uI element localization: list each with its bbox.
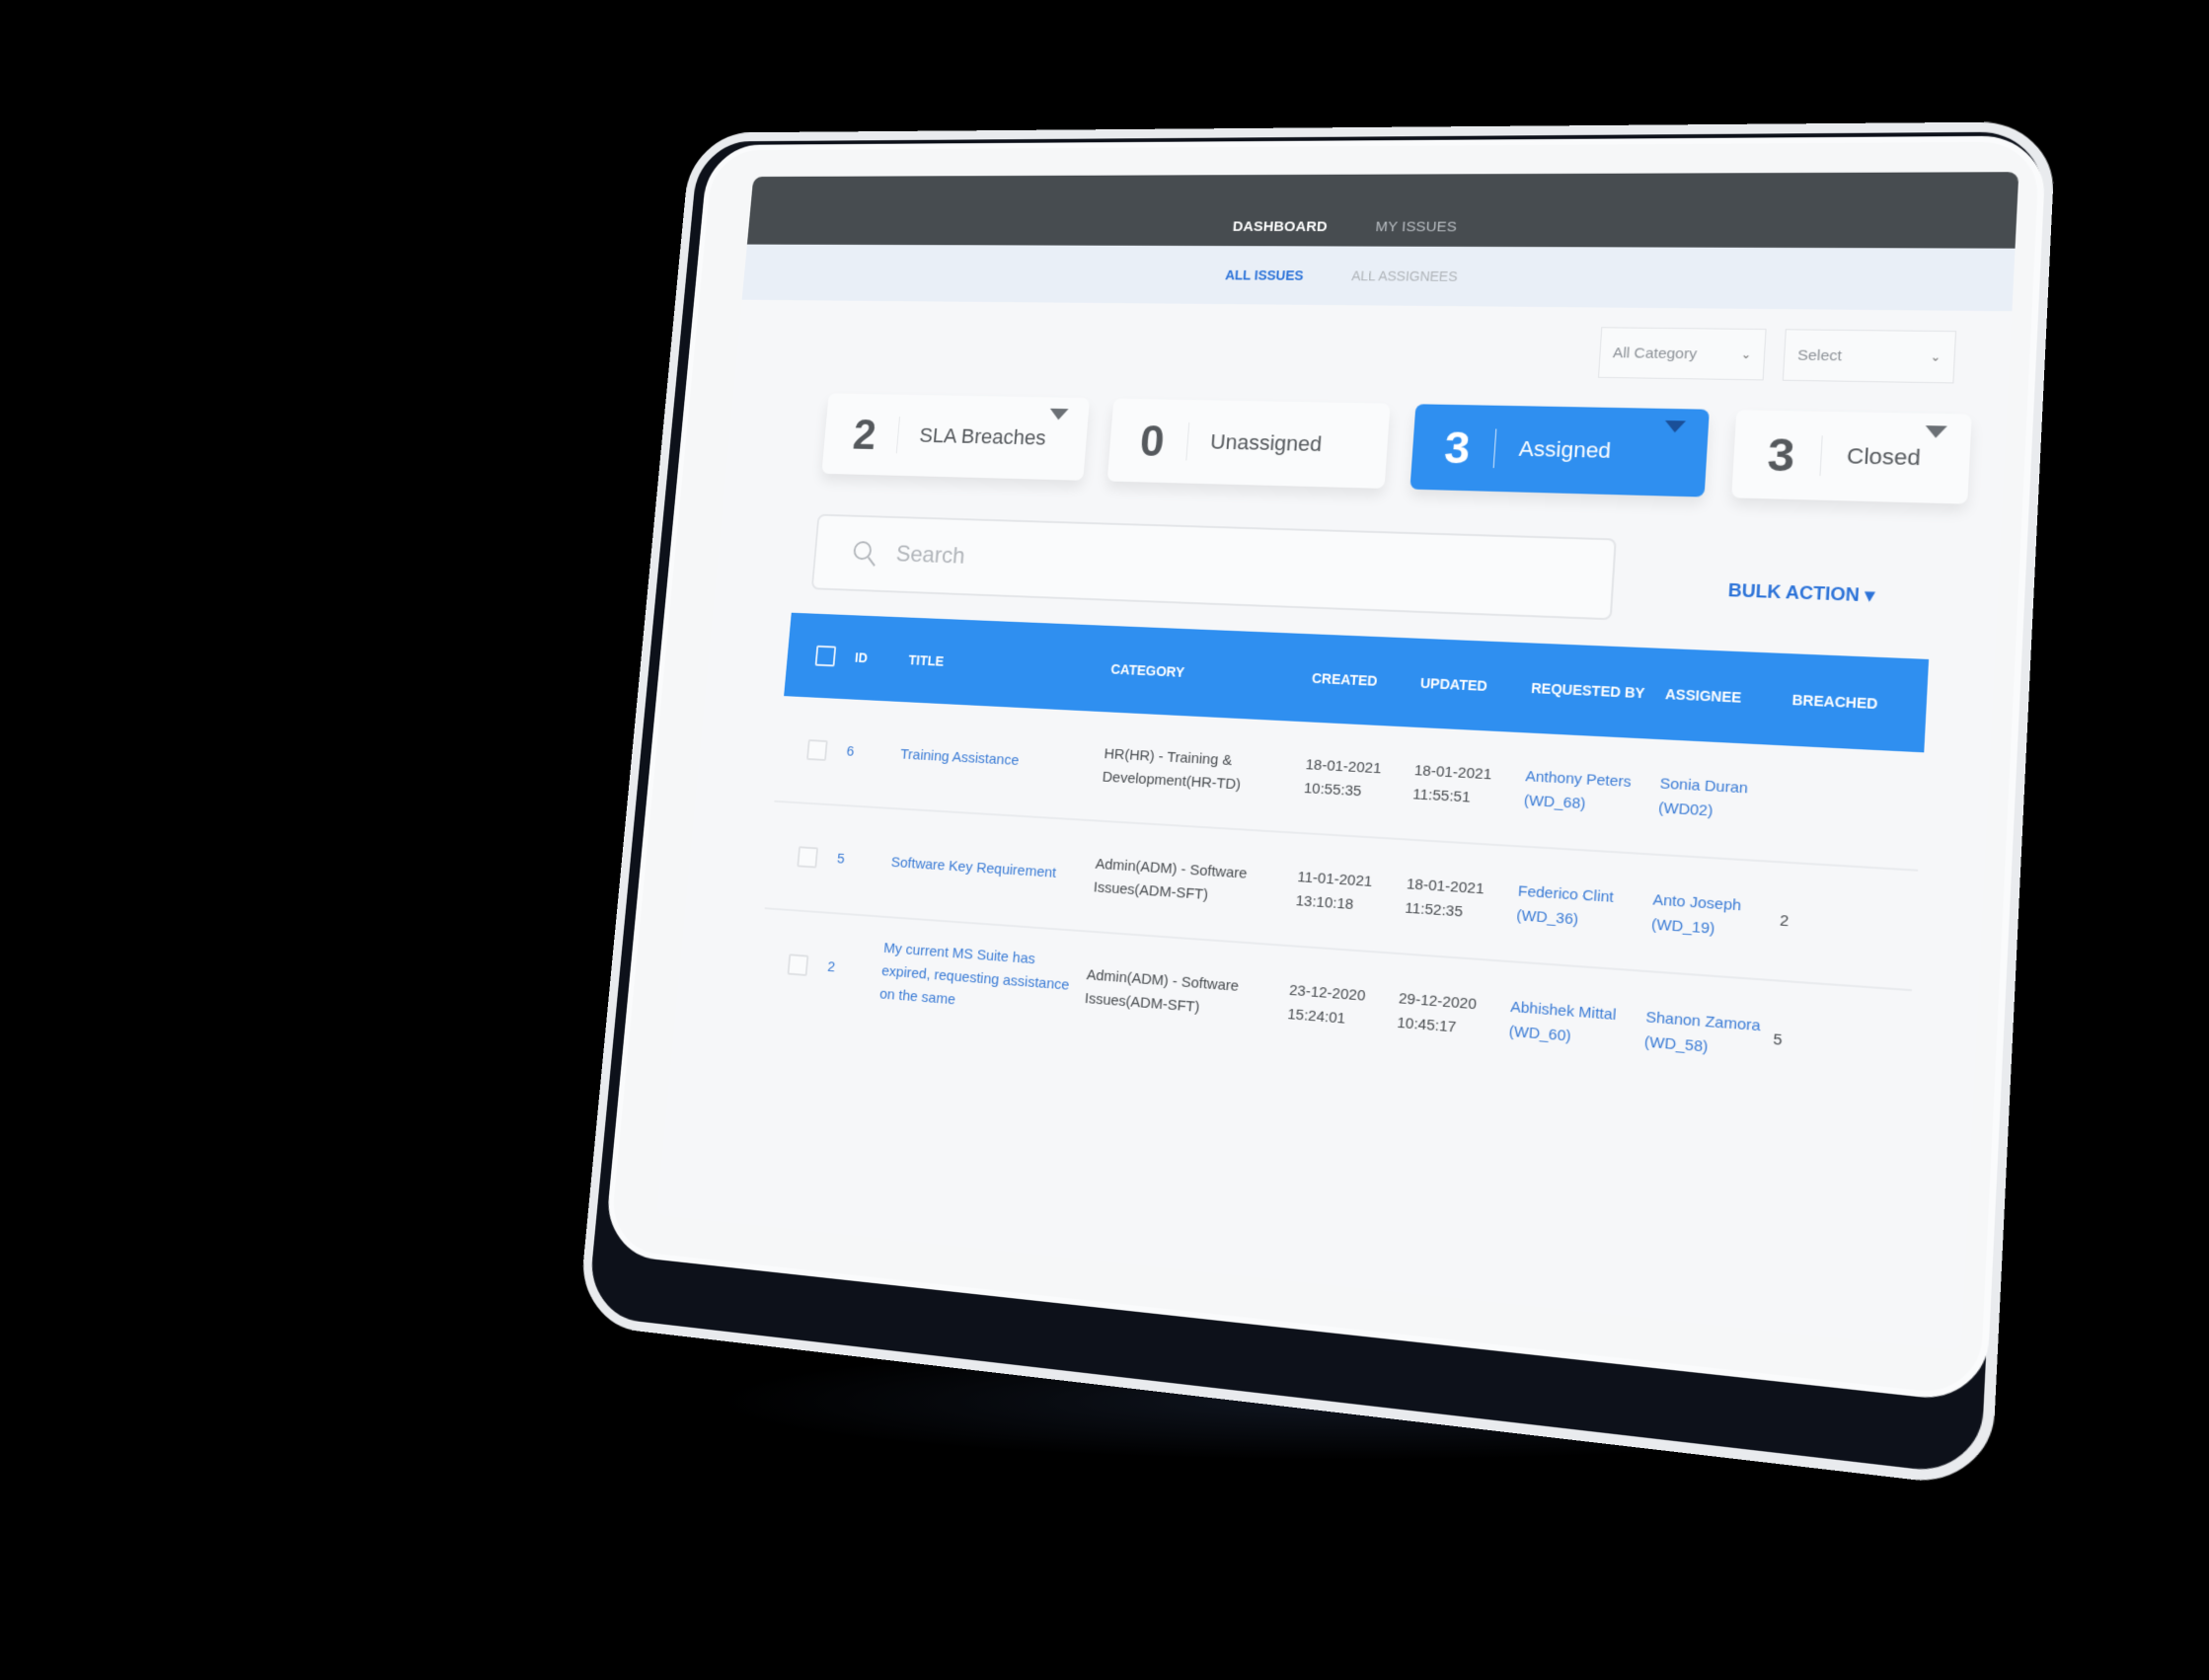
- issue-breached: 2: [1779, 911, 1790, 931]
- issue-assignee[interactable]: Sonia Duran (WD02): [1651, 772, 1782, 828]
- tablet-device: DASHBOARD MY ISSUES ALL ISSUES ALL ASSIG…: [577, 121, 2057, 1489]
- filter-icon[interactable]: [1925, 425, 1947, 438]
- secondary-select-value: Select: [1796, 346, 1843, 364]
- col-breached[interactable]: BREACHED: [1786, 691, 1894, 713]
- col-updated[interactable]: UPDATED: [1413, 675, 1525, 696]
- chevron-down-icon: ⌄: [1930, 349, 1942, 364]
- issue-category: Admin(ADM) - Software Issues(ADM-SFT): [1084, 966, 1240, 1017]
- issue-category: Admin(ADM) - Software Issues(ADM-SFT): [1093, 855, 1249, 904]
- issue-id[interactable]: 2: [821, 955, 877, 982]
- row-checkbox[interactable]: [806, 739, 828, 761]
- bulk-action-label: BULK ACTION: [1727, 579, 1861, 606]
- issue-updated: 18-01-2021 11:55:51: [1411, 762, 1492, 806]
- issue-title[interactable]: My current MS Suite has expired, request…: [874, 937, 1083, 1022]
- issue-requester[interactable]: Abhishek Mittal (WD_60): [1502, 995, 1640, 1054]
- issue-title[interactable]: Training Assistance: [894, 743, 1099, 777]
- issue-breached: 5: [1772, 1031, 1784, 1049]
- issue-id[interactable]: 5: [831, 848, 887, 875]
- secondary-select[interactable]: Select ⌄: [1782, 329, 1957, 384]
- issues-table: ID TITLE CATEGORY CREATED UPDATED REQUES…: [755, 612, 1930, 1110]
- stat-label: Assigned: [1518, 435, 1612, 463]
- col-requested-by[interactable]: REQUESTED BY: [1525, 680, 1660, 702]
- col-assignee[interactable]: ASSIGNEE: [1658, 686, 1786, 708]
- issue-created: 18-01-2021 10:55:35: [1303, 756, 1382, 801]
- divider: [895, 417, 900, 454]
- issue-requester[interactable]: Federico Clint (WD_36): [1509, 879, 1647, 938]
- stat-count: 3: [1766, 428, 1796, 482]
- app-screen: DASHBOARD MY ISSUES ALL ISSUES ALL ASSIG…: [656, 172, 2019, 1351]
- caret-down-icon: ▾: [1864, 584, 1875, 606]
- stat-label: Unassigned: [1209, 429, 1324, 456]
- col-category[interactable]: CATEGORY: [1104, 661, 1307, 686]
- issue-requester[interactable]: Anthony Peters (WD_68): [1517, 765, 1654, 821]
- tab-all-assignees[interactable]: ALL ASSIGNEES: [1351, 268, 1458, 284]
- stat-card-assigned[interactable]: 3 Assigned: [1409, 404, 1710, 497]
- divider: [1184, 422, 1189, 461]
- col-title[interactable]: TITLE: [902, 652, 1105, 677]
- select-all-checkbox[interactable]: [814, 645, 837, 667]
- filter-icon[interactable]: [1049, 408, 1069, 420]
- nav-my-issues[interactable]: MY ISSUES: [1375, 219, 1458, 241]
- chevron-down-icon: ⌄: [1740, 346, 1752, 362]
- issue-assignee[interactable]: Anto Joseph (WD_19): [1644, 887, 1775, 946]
- top-navigation: DASHBOARD MY ISSUES: [746, 172, 2019, 249]
- sub-navigation: ALL ISSUES ALL ASSIGNEES: [741, 244, 2016, 312]
- issue-title[interactable]: Software Key Requirement: [884, 851, 1090, 887]
- row-checkbox[interactable]: [787, 954, 809, 976]
- filter-bar: All Category ⌄ Select ⌄: [1597, 327, 1957, 384]
- category-select[interactable]: All Category ⌄: [1597, 327, 1767, 381]
- stat-label: Closed: [1846, 443, 1922, 471]
- tab-all-issues[interactable]: ALL ISSUES: [1225, 267, 1304, 283]
- issue-updated: 18-01-2021 11:52:35: [1404, 876, 1485, 921]
- stat-card-closed[interactable]: 3 Closed: [1731, 410, 1972, 504]
- bulk-action-button[interactable]: BULK ACTION ▾: [1727, 580, 1875, 607]
- stats-cards: 2 SLA Breaches 0 Unassigned 3 Assigned 3…: [821, 393, 1972, 504]
- nav-dashboard[interactable]: DASHBOARD: [1232, 219, 1328, 241]
- issue-created: 23-12-2020 15:24:01: [1286, 981, 1366, 1028]
- search-input[interactable]: Search: [810, 513, 1617, 621]
- search-icon: [851, 539, 880, 568]
- issue-category: HR(HR) - Training & Development(HR-TD): [1102, 745, 1242, 794]
- issue-id[interactable]: 6: [840, 740, 896, 766]
- col-created[interactable]: CREATED: [1306, 670, 1415, 691]
- stat-count: 0: [1138, 416, 1167, 466]
- device-bezel: DASHBOARD MY ISSUES ALL ISSUES ALL ASSIG…: [603, 135, 2047, 1405]
- stat-label: SLA Breaches: [918, 423, 1047, 450]
- issue-updated: 29-12-2020 10:45:17: [1396, 989, 1478, 1036]
- stat-count: 2: [851, 410, 878, 459]
- divider: [1492, 428, 1496, 469]
- issue-assignee[interactable]: Shanon Zamora (WD_58): [1638, 1005, 1769, 1065]
- stat-card-sla-breaches[interactable]: 2 SLA Breaches: [821, 393, 1091, 481]
- search-placeholder: Search: [894, 541, 966, 570]
- row-checkbox[interactable]: [797, 846, 819, 869]
- issue-breached: [1780, 803, 1888, 809]
- stage: DASHBOARD MY ISSUES ALL ISSUES ALL ASSIG…: [0, 0, 2209, 1680]
- stat-card-unassigned[interactable]: 0 Unassigned: [1106, 398, 1391, 489]
- divider: [1818, 435, 1823, 477]
- stat-count: 3: [1442, 421, 1473, 474]
- filter-icon[interactable]: [1664, 420, 1687, 433]
- issue-created: 11-01-2021 13:10:18: [1295, 868, 1373, 914]
- col-id[interactable]: ID: [849, 649, 904, 667]
- category-select-value: All Category: [1612, 344, 1698, 362]
